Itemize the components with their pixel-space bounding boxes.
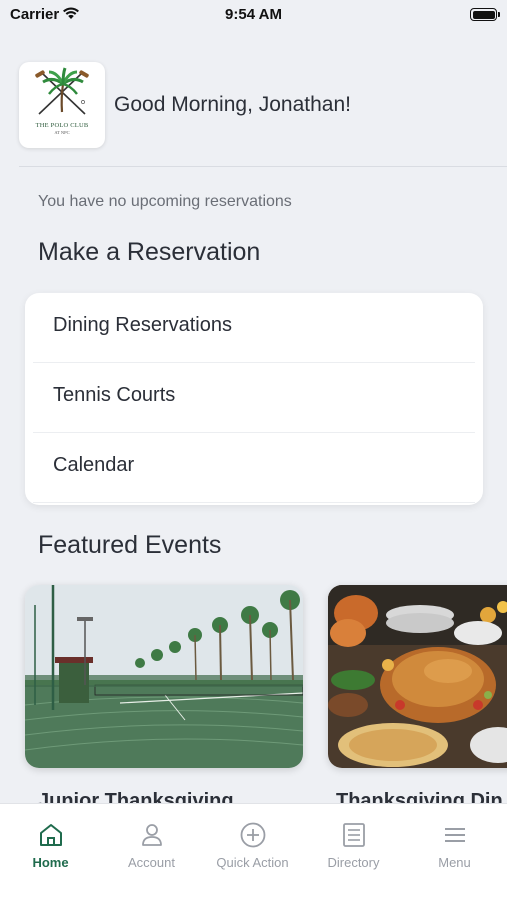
- greeting-text: Good Morning, Jonathan!: [114, 93, 351, 116]
- tennis-court-image: [25, 585, 303, 768]
- tab-bar: Home Account Quick Action Directory Menu: [0, 803, 507, 900]
- tab-account[interactable]: Account: [101, 804, 202, 884]
- thanksgiving-dinner-image: [328, 585, 507, 768]
- logo-subtext: AT NPC: [54, 130, 70, 135]
- dining-reservations-item[interactable]: Dining Reservations: [25, 293, 483, 363]
- tab-directory[interactable]: Directory: [303, 804, 404, 884]
- divider: [33, 502, 475, 503]
- home-icon: [40, 824, 62, 846]
- list-icon: [343, 823, 365, 847]
- reservation-options-card: Dining Reservations Tennis Courts Calend…: [25, 293, 483, 505]
- clock: 9:54 AM: [225, 6, 282, 23]
- tennis-courts-label: Tennis Courts: [53, 384, 176, 406]
- battery-icon: [470, 8, 500, 21]
- tab-directory-label: Directory: [327, 855, 380, 870]
- status-bar: Carrier 9:54 AM: [0, 0, 507, 30]
- featured-events-heading: Featured Events: [38, 531, 222, 559]
- club-logo[interactable]: THE POLO CLUB AT NPC: [19, 62, 105, 148]
- header-divider: [19, 166, 507, 167]
- event-card-junior-thanksgiving[interactable]: [25, 585, 303, 768]
- make-reservation-heading: Make a Reservation: [38, 238, 261, 266]
- plus-circle-icon: [240, 822, 266, 848]
- tab-quick-action[interactable]: Quick Action: [202, 804, 303, 884]
- header: THE POLO CLUB AT NPC Good Morning, Jonat…: [19, 62, 507, 148]
- event-card-thanksgiving-dinner[interactable]: [328, 585, 507, 768]
- logo-text: THE POLO CLUB: [35, 122, 89, 129]
- tennis-courts-item[interactable]: Tennis Courts: [25, 363, 483, 433]
- tab-menu-label: Menu: [438, 855, 471, 870]
- tab-account-label: Account: [128, 855, 175, 870]
- person-icon: [142, 824, 162, 846]
- tab-quick-action-label: Quick Action: [216, 855, 289, 870]
- palm-tree-icon: [35, 67, 89, 115]
- tab-home-label: Home: [32, 855, 69, 870]
- tab-home[interactable]: Home: [0, 804, 101, 884]
- calendar-label: Calendar: [53, 454, 135, 476]
- reservations-status-text: You have no upcoming reservations: [38, 193, 292, 210]
- dining-reservations-label: Dining Reservations: [53, 314, 232, 336]
- calendar-item[interactable]: Calendar: [25, 433, 483, 503]
- hamburger-icon: [445, 828, 465, 842]
- tab-menu[interactable]: Menu: [404, 804, 505, 884]
